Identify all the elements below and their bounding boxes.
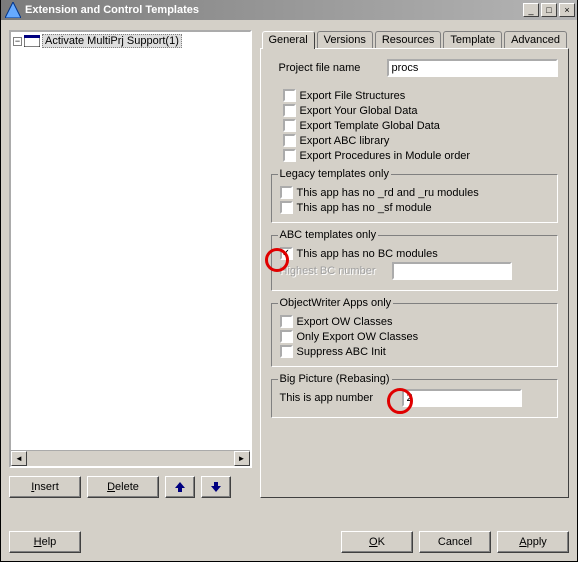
export-abc-library-label: Export ABC library xyxy=(300,135,390,147)
down-arrow-icon xyxy=(210,481,222,493)
objectwriter-group: ObjectWriter Apps only Export OW Classes… xyxy=(271,297,559,367)
move-up-button[interactable] xyxy=(165,476,195,498)
export-abc-library-row[interactable]: Export ABC library xyxy=(283,134,559,147)
highest-bc-input xyxy=(392,262,512,280)
minimize-button[interactable]: _ xyxy=(523,3,539,17)
tab-general[interactable]: General xyxy=(262,31,315,49)
ow-suppress-row[interactable]: Suppress ABC Init xyxy=(280,345,552,358)
up-arrow-icon xyxy=(174,481,186,493)
app-number-input[interactable] xyxy=(402,389,522,407)
abc-no-bc-row[interactable]: ✓ This app has no BC modules xyxy=(280,247,552,260)
cancel-button[interactable]: Cancel xyxy=(419,531,491,553)
legacy-sf-label: This app has no _sf module xyxy=(297,202,432,214)
maximize-button[interactable]: □ xyxy=(541,3,557,17)
bigpicture-group-title: Big Picture (Rebasing) xyxy=(278,373,392,385)
window-controls: _ □ × xyxy=(523,3,575,17)
ok-button[interactable]: OK xyxy=(341,531,413,553)
abc-group-title: ABC templates only xyxy=(278,229,379,241)
checkbox-icon[interactable] xyxy=(283,149,296,162)
dialog-button-bar: Help OK Cancel Apply xyxy=(9,531,569,553)
tab-template[interactable]: Template xyxy=(443,31,502,49)
ow-export-row[interactable]: Export OW Classes xyxy=(280,315,552,328)
left-panel: − Activate MultiPrj Support(1) ◄ ► Inser… xyxy=(9,30,252,498)
scroll-left-icon[interactable]: ◄ xyxy=(11,451,27,466)
ow-only-export-label: Only Export OW Classes xyxy=(297,331,419,343)
legacy-group: Legacy templates only This app has no _r… xyxy=(271,168,559,223)
export-procedures-row[interactable]: Export Procedures in Module order xyxy=(283,149,559,162)
tree-collapse-icon[interactable]: − xyxy=(13,37,22,46)
checkbox-icon[interactable] xyxy=(280,201,293,214)
bigpicture-group: Big Picture (Rebasing) This is app numbe… xyxy=(271,373,559,418)
ow-only-export-row[interactable]: Only Export OW Classes xyxy=(280,330,552,343)
app-icon xyxy=(5,2,21,18)
export-template-global-data-row[interactable]: Export Template Global Data xyxy=(283,119,559,132)
help-button[interactable]: Help xyxy=(9,531,81,553)
right-panel: General Versions Resources Template Adva… xyxy=(260,30,570,498)
checkbox-icon[interactable] xyxy=(280,330,293,343)
tab-page-general: Project file name Export File Structures… xyxy=(260,48,570,498)
project-file-label: Project file name xyxy=(279,62,383,74)
tab-bar: General Versions Resources Template Adva… xyxy=(262,31,570,49)
insert-button[interactable]: Insert xyxy=(9,476,81,498)
tab-advanced[interactable]: Advanced xyxy=(504,31,567,49)
ow-suppress-label: Suppress ABC Init xyxy=(297,346,386,358)
export-procedures-label: Export Procedures in Module order xyxy=(300,150,471,162)
tree-item-label[interactable]: Activate MultiPrj Support(1) xyxy=(42,34,182,48)
legacy-group-title: Legacy templates only xyxy=(278,168,391,180)
project-file-input[interactable] xyxy=(387,59,559,77)
export-file-structures-row[interactable]: Export File Structures xyxy=(283,89,559,102)
abc-no-bc-label: This app has no BC modules xyxy=(297,248,438,260)
tab-versions[interactable]: Versions xyxy=(317,31,373,49)
legacy-rd-ru-row[interactable]: This app has no _rd and _ru modules xyxy=(280,186,552,199)
horizontal-scrollbar[interactable]: ◄ ► xyxy=(11,450,250,466)
template-tree[interactable]: − Activate MultiPrj Support(1) ◄ ► xyxy=(9,30,252,468)
checkbox-icon[interactable] xyxy=(283,89,296,102)
tab-resources[interactable]: Resources xyxy=(375,31,442,49)
app-number-label: This is app number xyxy=(280,392,398,404)
abc-group: ABC templates only ✓ This app has no BC m… xyxy=(271,229,559,291)
tree-item[interactable]: − Activate MultiPrj Support(1) xyxy=(13,34,248,48)
checkbox-icon[interactable] xyxy=(280,186,293,199)
scroll-right-icon[interactable]: ► xyxy=(234,451,250,466)
checkbox-icon[interactable] xyxy=(283,134,296,147)
apply-button[interactable]: Apply xyxy=(497,531,569,553)
title-bar: Extension and Control Templates _ □ × xyxy=(1,0,577,20)
checkbox-icon[interactable]: ✓ xyxy=(280,247,293,260)
highest-bc-label: Highest BC number xyxy=(280,265,388,277)
export-file-structures-label: Export File Structures xyxy=(300,90,406,102)
close-button[interactable]: × xyxy=(559,3,575,17)
delete-button[interactable]: Delete xyxy=(87,476,159,498)
ow-export-label: Export OW Classes xyxy=(297,316,393,328)
export-global-data-row[interactable]: Export Your Global Data xyxy=(283,104,559,117)
checkbox-icon[interactable] xyxy=(280,315,293,328)
checkbox-icon[interactable] xyxy=(283,119,296,132)
checkbox-icon[interactable] xyxy=(283,104,296,117)
objectwriter-group-title: ObjectWriter Apps only xyxy=(278,297,394,309)
legacy-rd-ru-label: This app has no _rd and _ru modules xyxy=(297,187,479,199)
checkbox-icon[interactable] xyxy=(280,345,293,358)
legacy-sf-row[interactable]: This app has no _sf module xyxy=(280,201,552,214)
window-icon xyxy=(24,35,40,47)
window-title: Extension and Control Templates xyxy=(25,4,199,16)
export-global-data-label: Export Your Global Data xyxy=(300,105,418,117)
move-down-button[interactable] xyxy=(201,476,231,498)
export-template-global-data-label: Export Template Global Data xyxy=(300,120,440,132)
